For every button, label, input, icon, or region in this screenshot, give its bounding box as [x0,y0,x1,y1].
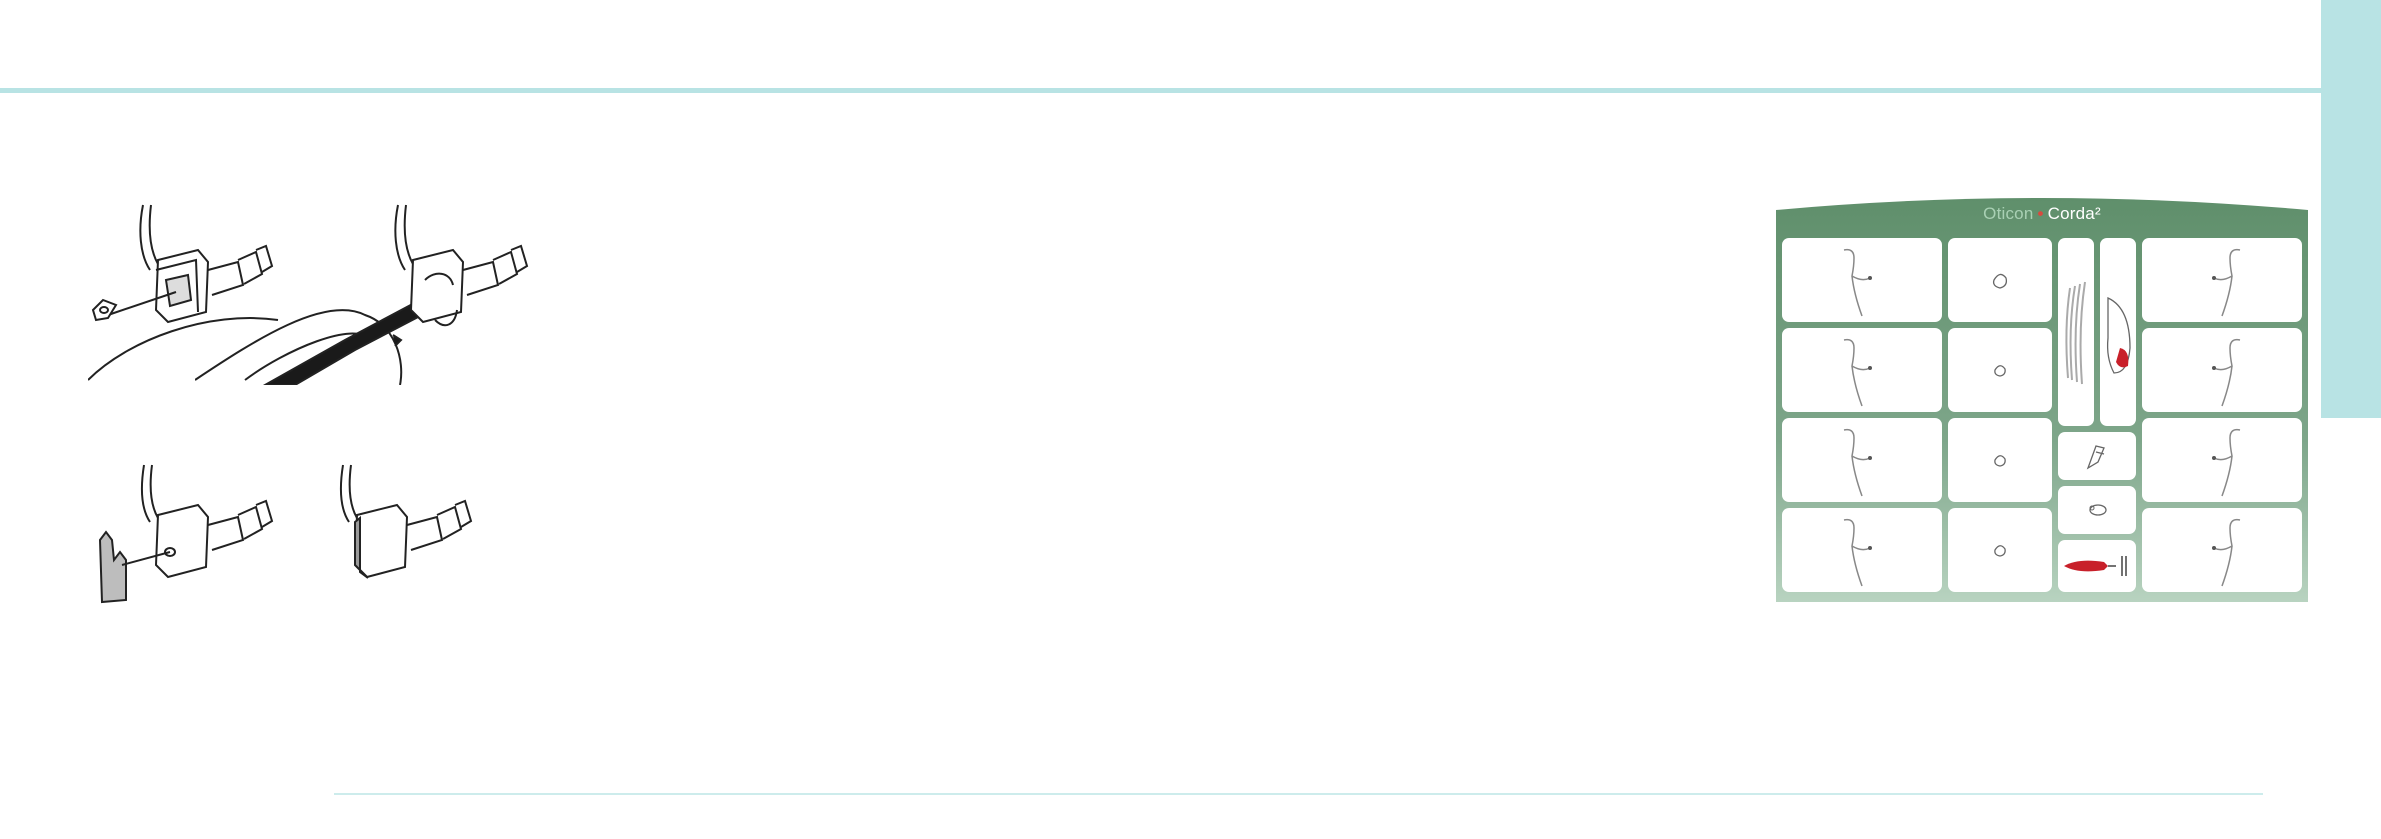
dome-icon [1994,365,2006,377]
kit-cell-tube [2142,238,2302,322]
kit-cell-cleaning-tool [2058,540,2136,592]
kit-cell-dome [1948,418,2052,502]
kit-model: Corda² [2047,204,2101,223]
side-tab [2321,0,2381,418]
kit-cell-cap [2058,486,2136,534]
kit-cell-tube [2142,418,2302,502]
thin-tube-icon [2212,518,2241,587]
dome-icon [1992,273,2008,289]
tube-lengths-icon [2065,281,2086,385]
kit-cell-tube [1782,418,1942,502]
kit-cell-dome [1948,508,2052,592]
thin-tube-icon [2212,338,2241,407]
illustration-locked [338,460,478,610]
kit-cell-tube-sizes [2058,238,2094,426]
product-kit-card: Oticon • Corda² [1776,196,2308,602]
connector-locked-drawing [340,464,473,579]
thin-tube-icon [1843,518,1872,587]
footer-rule [334,793,2263,795]
illustration-rotate-tool [195,200,535,385]
kit-cell-tube [1782,238,1942,322]
header-rule [0,88,2321,93]
kit-title: Oticon • Corda² [1776,204,2308,224]
cleaning-tool-icon [2064,556,2127,576]
kit-cell-tube [2142,508,2302,592]
ear-icon [2106,296,2131,374]
kit-cell-dome [1948,328,2052,412]
sizing-tool-icon [2086,445,2105,470]
kit-separator: • [2037,204,2044,223]
kit-cell-tube [2142,328,2302,412]
cap-icon [2089,504,2107,516]
thin-tube-icon [1843,248,1872,317]
kit-cell-tube [1782,508,1942,592]
connector-rotate-drawing [195,204,529,385]
kit-cell-ear [2100,238,2136,426]
thin-tube-icon [1843,428,1872,497]
dome-icon [1994,545,2006,557]
kit-cell-tool [2058,432,2136,480]
kit-brand: Oticon [1983,204,2034,223]
illustration-cap-insert [92,460,282,610]
dome-icon [1994,455,2006,467]
kit-cell-tube [1782,328,1942,412]
thin-tube-icon [1843,338,1872,407]
connector-cap-insert-drawing [98,464,274,604]
kit-cell-dome [1948,238,2052,322]
thin-tube-icon [2212,428,2241,497]
thin-tube-icon [2212,248,2241,317]
